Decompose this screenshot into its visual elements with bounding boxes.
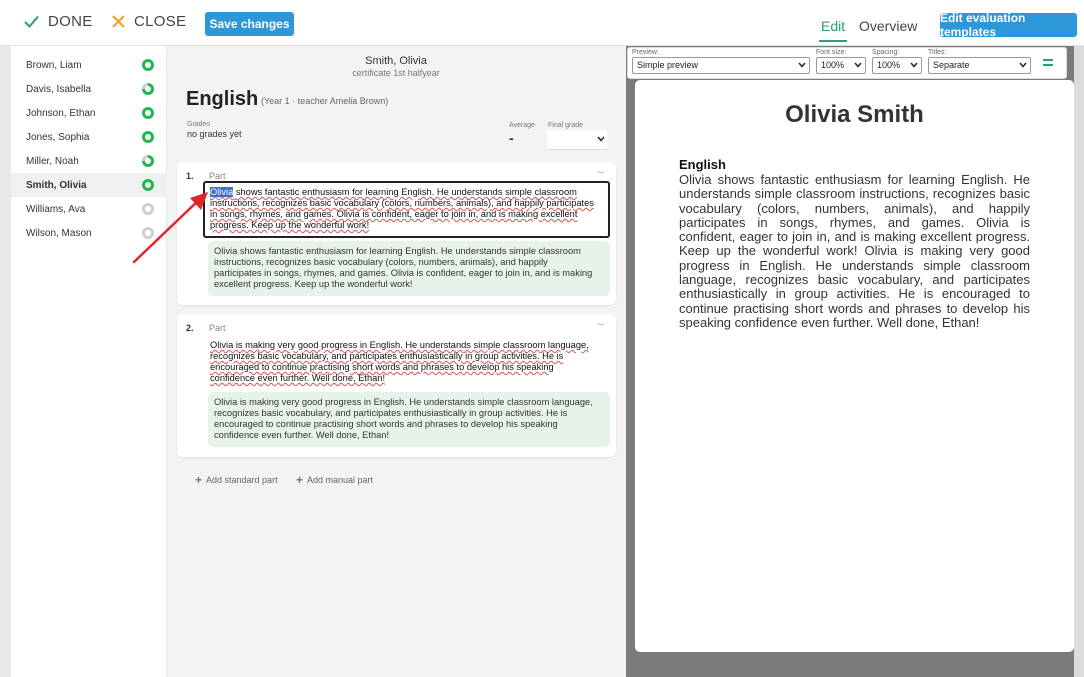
final-grade-label: Final grade — [548, 122, 584, 129]
suggestion-line: encouraged to continue practising short … — [214, 419, 558, 429]
close-icon — [112, 15, 125, 28]
part-2-text-editor[interactable]: Olivia is making very good progress in E… — [210, 340, 589, 384]
chevron-down-icon — [597, 136, 605, 142]
chevron-down-icon — [910, 62, 918, 68]
part-1-text: Olivia shows fantastic enthusiasm for le… — [210, 187, 594, 231]
chevron-down-icon — [854, 62, 862, 68]
check-icon — [24, 15, 39, 28]
add-manual-part-button[interactable]: + Add manual part — [296, 473, 373, 487]
text-line: progress. Keep up the wonderful work! — [210, 220, 370, 230]
average-label: Average — [509, 122, 535, 129]
student-name: Williams, Ava — [26, 203, 86, 215]
tab-edit[interactable]: Edit — [818, 18, 848, 42]
part-number: 2. — [186, 323, 194, 333]
preview-student-name: Olivia Smith — [785, 101, 924, 128]
spacing-label: Spacing: — [872, 49, 900, 56]
part-number: 1. — [186, 171, 194, 181]
student-item[interactable]: Miller, Noah — [11, 149, 167, 173]
status-complete-icon — [142, 131, 154, 143]
titles-label: Titles: — [928, 49, 947, 56]
student-name: Miller, Noah — [26, 155, 79, 167]
text-line: Olivia is making very good progress in E… — [210, 340, 589, 350]
text-line: instructions, recognizes basic vocabular… — [210, 198, 594, 208]
annotation-arrow — [132, 192, 208, 264]
add-manual-part-label: Add manual part — [307, 475, 374, 485]
text-line: confidence even further. Well done, Etha… — [210, 373, 386, 383]
text-line: in songs, rhymes, and games. Olivia is c… — [210, 209, 578, 219]
student-item[interactable]: Brown, Liam — [11, 53, 167, 77]
more-options-icon[interactable]: ··· — [597, 167, 605, 178]
add-standard-part-label: Add standard part — [206, 475, 278, 485]
suggestion-line: recognizes basic vocabulary, and partici… — [214, 408, 568, 418]
save-changes-button[interactable]: Save changes — [205, 12, 294, 36]
close-button[interactable]: CLOSE — [112, 13, 186, 30]
chevron-down-icon — [798, 62, 806, 68]
student-name: Davis, Isabella — [26, 83, 92, 95]
part-2-suggestion[interactable]: Olivia is making very good progress in E… — [208, 392, 610, 447]
student-name: Smith, Olivia — [26, 179, 87, 191]
part-label: Part — [209, 171, 226, 181]
done-label: DONE — [48, 13, 93, 30]
top-bar: DONE CLOSE Save changes Edit Overview Ed… — [0, 0, 1084, 46]
student-item[interactable]: Jones, Sophia — [11, 125, 167, 149]
plus-icon: + — [195, 473, 203, 487]
preview-evaluation-text: Olivia shows fantastic enthusiasm for le… — [679, 172, 1030, 330]
student-header-name: Smith, Olivia — [365, 55, 427, 67]
text-line: recognizes basic vocabulary, and partici… — [210, 351, 564, 361]
chevron-down-icon — [1019, 62, 1027, 68]
final-grade-select[interactable] — [547, 130, 607, 150]
student-item[interactable]: Davis, Isabella — [11, 77, 167, 101]
preview-page: Olivia Smith English Olivia shows fantas… — [635, 80, 1074, 652]
student-name: Johnson, Ethan — [26, 107, 96, 119]
suggestion-line: participates in songs, rhymes, and games… — [214, 268, 593, 278]
certificate-label: certificate 1st halfyear — [352, 68, 440, 78]
average-value: - — [509, 130, 514, 146]
status-complete-icon — [142, 107, 154, 119]
titles-select[interactable]: Separate — [928, 57, 1031, 74]
tab-overview[interactable]: Overview — [859, 18, 917, 34]
edit-evaluation-templates-button[interactable]: Edit evaluation templates — [940, 11, 1077, 39]
preview-value: Simple preview — [637, 60, 699, 70]
suggestion-line: instructions, recognizes basic vocabular… — [214, 257, 548, 267]
student-item[interactable]: Johnson, Ethan — [11, 101, 167, 125]
suggestion-line: excellent progress. Keep up the wonderfu… — [214, 279, 413, 289]
add-standard-part-button[interactable]: + Add standard part — [195, 473, 278, 487]
titles-value: Separate — [933, 60, 970, 70]
subject-meta: (Year 1 · teacher Amelia Brown) — [261, 96, 389, 106]
close-label: CLOSE — [134, 13, 187, 30]
student-name: Brown, Liam — [26, 59, 82, 71]
window-edge — [0, 46, 11, 677]
more-options-icon[interactable]: ··· — [597, 319, 605, 330]
hamburger-icon[interactable] — [1043, 58, 1053, 67]
font-size-value: 100% — [821, 60, 845, 70]
student-list: Brown, Liam Davis, Isabella Johnson, Eth… — [11, 46, 167, 677]
student-name: Wilson, Mason — [26, 227, 92, 239]
student-name: Jones, Sophia — [26, 131, 90, 143]
spacing-value: 100% — [877, 60, 901, 70]
text-line: encouraged to continue practising short … — [210, 362, 554, 372]
grades-value: no grades yet — [187, 129, 242, 139]
scrollbar[interactable] — [1074, 46, 1084, 677]
part-1-suggestion[interactable]: Olivia shows fantastic enthusiasm for le… — [208, 241, 610, 296]
status-partial-icon — [142, 83, 154, 95]
status-partial-icon — [142, 155, 154, 167]
suggestion-line: confidence even further. Well done, Etha… — [214, 430, 390, 440]
preview-label: Preview: — [632, 49, 659, 56]
grades-label: Grades — [187, 121, 210, 128]
status-complete-icon — [142, 59, 154, 71]
suggestion-line: Olivia shows fantastic enthusiasm for le… — [214, 246, 581, 256]
spacing-select[interactable]: 100% — [872, 57, 922, 74]
text-line: shows fantastic enthusiasm for learning … — [235, 187, 577, 197]
part-label: Part — [209, 323, 226, 333]
preview-toolbar: Preview: Simple preview Font size: 100% … — [627, 47, 1067, 79]
preview-subject-title: English — [679, 157, 726, 172]
suggestion-line: Olivia is making very good progress in E… — [214, 397, 593, 407]
font-size-select[interactable]: 100% — [816, 57, 866, 74]
done-button[interactable]: DONE — [24, 13, 93, 30]
plus-icon: + — [296, 473, 304, 487]
font-size-label: Font size: — [816, 49, 847, 56]
subject-title: English — [186, 88, 259, 110]
preview-select[interactable]: Simple preview — [632, 57, 810, 74]
